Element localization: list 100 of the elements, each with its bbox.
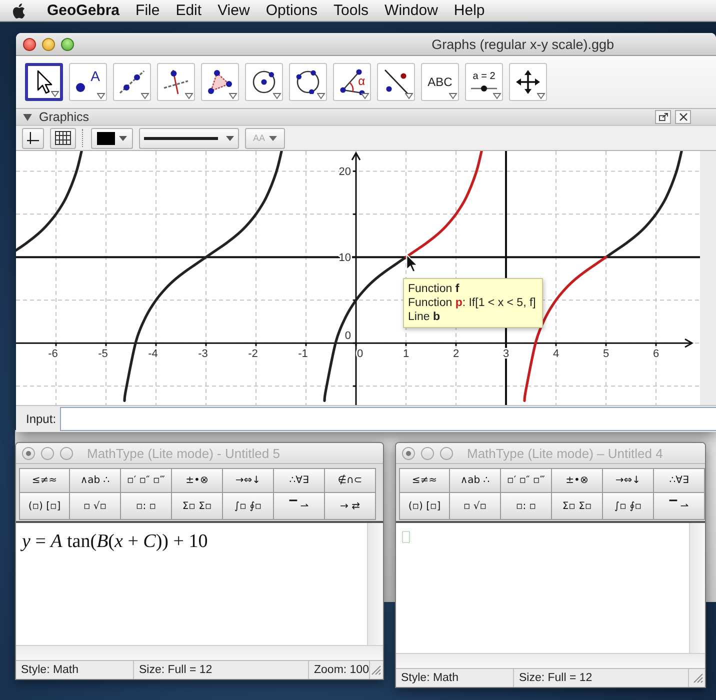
palette-button[interactable]: Σ▫ Σ▫	[172, 493, 223, 520]
app-menu[interactable]: GeoGebra	[39, 0, 128, 21]
window-title: MathType (Lite mode) - Untitled 5	[87, 446, 280, 460]
palette-button[interactable]: ≤≠≈	[399, 468, 450, 493]
palette-button[interactable]: ▫ √▫	[450, 493, 501, 520]
palette-button[interactable]: →⇔↓	[603, 468, 654, 493]
caret-icon	[317, 93, 325, 99]
palette-button[interactable]: ∧ab ∴	[70, 468, 121, 493]
palette-button[interactable]: ∴∀∃	[654, 468, 705, 493]
palette-button[interactable]: ∫▫ ∮▫	[603, 493, 654, 520]
palette-button[interactable]: ∫▫ ∮▫	[223, 493, 274, 520]
undock-icon	[658, 113, 668, 121]
tooltip-line: Function f	[408, 282, 460, 296]
palette-button[interactable]: ∧ab ∴	[450, 468, 501, 493]
input-field[interactable]	[60, 407, 716, 431]
tick-label: 20	[338, 166, 351, 178]
tick-label: 6	[652, 348, 660, 360]
tick-label: -1	[298, 348, 308, 360]
apple-icon[interactable]	[12, 2, 26, 18]
caret-icon	[537, 93, 545, 99]
tool-button[interactable]: A	[69, 63, 107, 101]
circle-three-points-icon	[296, 70, 320, 94]
palette-button[interactable]: ▫: ▫	[501, 493, 552, 520]
scroll-bar[interactable]	[396, 653, 705, 668]
palette-button[interactable]: ±•⊗	[552, 468, 603, 493]
caret-icon	[273, 93, 281, 99]
caret-icon	[361, 93, 369, 99]
palette-button[interactable]: (▫) [▫]	[399, 493, 450, 520]
arrow-cursor-icon	[37, 70, 53, 95]
resize-grip-icon[interactable]	[693, 673, 703, 683]
menu-item[interactable]: Help	[446, 0, 493, 21]
status-text: Size: Full = 12	[514, 669, 689, 687]
line-style-button[interactable]	[139, 128, 239, 148]
function-curve[interactable]	[604, 151, 683, 258]
function-curve[interactable]	[123, 151, 283, 402]
undock-button[interactable]	[655, 110, 671, 124]
status-text: Style: Math	[396, 669, 514, 687]
palette-button[interactable]: ∉∩⊂	[325, 468, 376, 493]
palette-button[interactable]: ±•⊗	[172, 468, 223, 493]
caret-icon	[449, 93, 457, 99]
caret-icon	[405, 93, 413, 99]
palette-button[interactable]: ≤≠≈	[19, 468, 70, 493]
panel-title: Graphics	[39, 110, 90, 124]
tick-label: 1	[402, 348, 410, 360]
menu-item[interactable]: Edit	[168, 0, 210, 21]
dot-icon	[76, 83, 85, 92]
window-close-button[interactable]	[23, 38, 36, 50]
collapse-triangle-icon[interactable]	[23, 114, 32, 120]
window-zoom-button[interactable]	[61, 38, 74, 50]
window-title: Graphs (regular x-y scale).ggb	[432, 36, 614, 52]
window-minimize-button[interactable]	[42, 38, 55, 50]
tool-button[interactable]: ABC	[421, 63, 459, 101]
axes-button[interactable]	[22, 128, 44, 148]
caret-icon	[226, 136, 234, 140]
resize-grip-icon[interactable]	[371, 665, 381, 675]
tool-button[interactable]: α	[333, 63, 371, 101]
palette-button[interactable]: ▔ ⇀	[274, 493, 325, 520]
tick-label: -4	[148, 348, 158, 360]
palette-button[interactable]: ▫′ ▫″ ▫‴	[501, 468, 552, 493]
equation: y = A tan(B(x + C)) + 10	[22, 531, 209, 553]
palette-button[interactable]: ▫ √▫	[70, 493, 121, 520]
scroll-bar[interactable]	[367, 523, 383, 645]
line-and-points-icon	[383, 69, 409, 95]
perpendicular-lines-icon	[163, 69, 189, 95]
line-style-icon	[144, 136, 218, 140]
four-way-arrow-icon	[516, 70, 540, 94]
tooltip-line: Line b	[408, 310, 441, 324]
palette-button[interactable]: (▫) [▫]	[19, 493, 70, 520]
caret-icon	[141, 93, 149, 99]
grid-button[interactable]	[50, 128, 76, 148]
tick-label: 5	[602, 348, 610, 360]
grid-icon	[55, 131, 71, 145]
function-curve[interactable]	[16, 151, 83, 252]
palette-button[interactable]: →⇔↓	[223, 468, 274, 493]
menu-item[interactable]: Window	[376, 0, 446, 21]
caret-icon	[185, 93, 193, 99]
palette-button[interactable]: Σ▫ Σ▫	[552, 493, 603, 520]
scroll-bar[interactable]	[16, 645, 383, 660]
tool-button[interactable]	[25, 63, 63, 101]
menu-item[interactable]: Tools	[326, 0, 377, 21]
palette-button[interactable]: ▔ ⇀	[654, 493, 705, 520]
palette-button[interactable]: ∴∀∃	[274, 468, 325, 493]
triangle-icon	[207, 69, 233, 95]
axes-icon	[27, 131, 39, 145]
close-button[interactable]	[675, 110, 691, 124]
status-text: Zoom: 100	[309, 661, 370, 679]
caret-icon	[51, 91, 59, 97]
menu-item[interactable]: File	[128, 0, 168, 21]
tool-button[interactable]: a = 2	[465, 63, 503, 101]
color-button[interactable]	[91, 128, 133, 148]
caret-icon	[269, 136, 277, 140]
palette-button[interactable]: ▫: ▫	[121, 493, 172, 520]
menu-item[interactable]: Options	[258, 0, 326, 21]
caret-icon	[97, 93, 105, 99]
scroll-bar[interactable]	[689, 523, 705, 653]
palette-button[interactable]: ▫′ ▫″ ▫‴	[121, 468, 172, 493]
status-text: Size: Full = 12	[134, 661, 309, 679]
palette-button[interactable]: → ⇄	[325, 493, 376, 520]
menu-item[interactable]: View	[210, 0, 258, 21]
tick-label: -3	[198, 348, 208, 360]
